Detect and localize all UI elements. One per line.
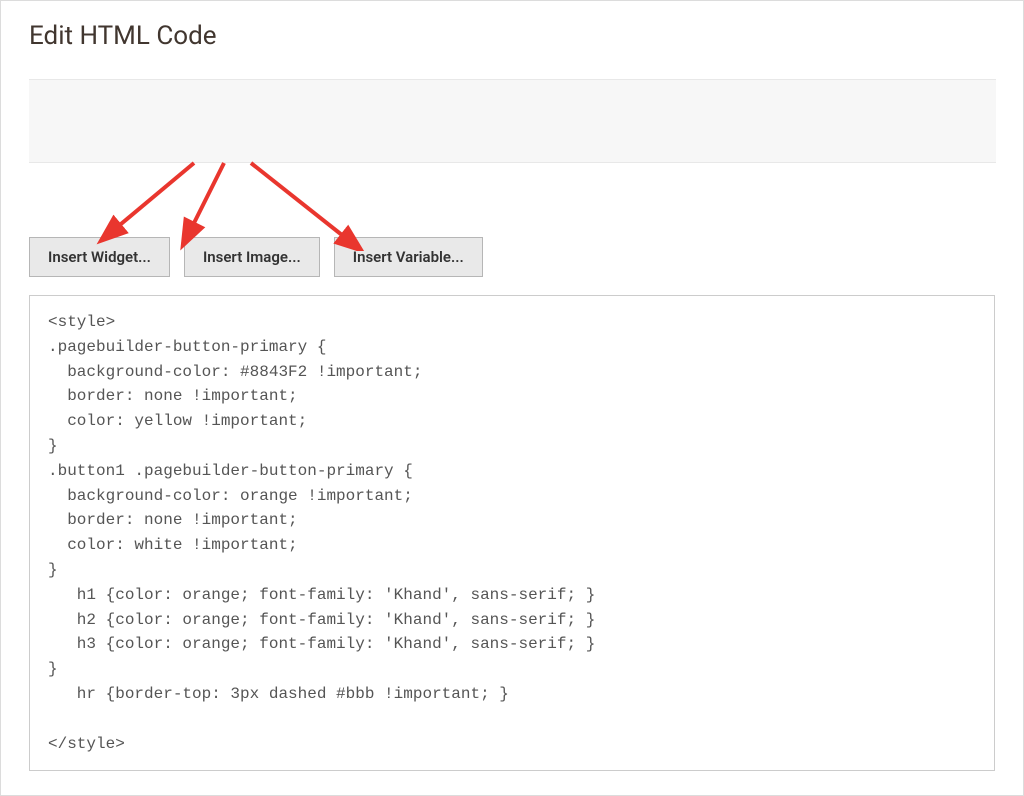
insert-image-button[interactable]: Insert Image...: [184, 237, 320, 277]
editor-panel: Edit HTML Code Insert Widget... Insert I…: [1, 1, 1023, 771]
toolbar-strip: [29, 79, 996, 163]
insert-widget-button[interactable]: Insert Widget...: [29, 237, 170, 277]
html-code-textarea[interactable]: <style> .pagebuilder-button-primary { ba…: [29, 295, 995, 771]
insert-variable-button[interactable]: Insert Variable...: [334, 237, 483, 277]
insert-button-row: Insert Widget... Insert Image... Insert …: [29, 237, 995, 277]
page-title: Edit HTML Code: [29, 21, 995, 51]
